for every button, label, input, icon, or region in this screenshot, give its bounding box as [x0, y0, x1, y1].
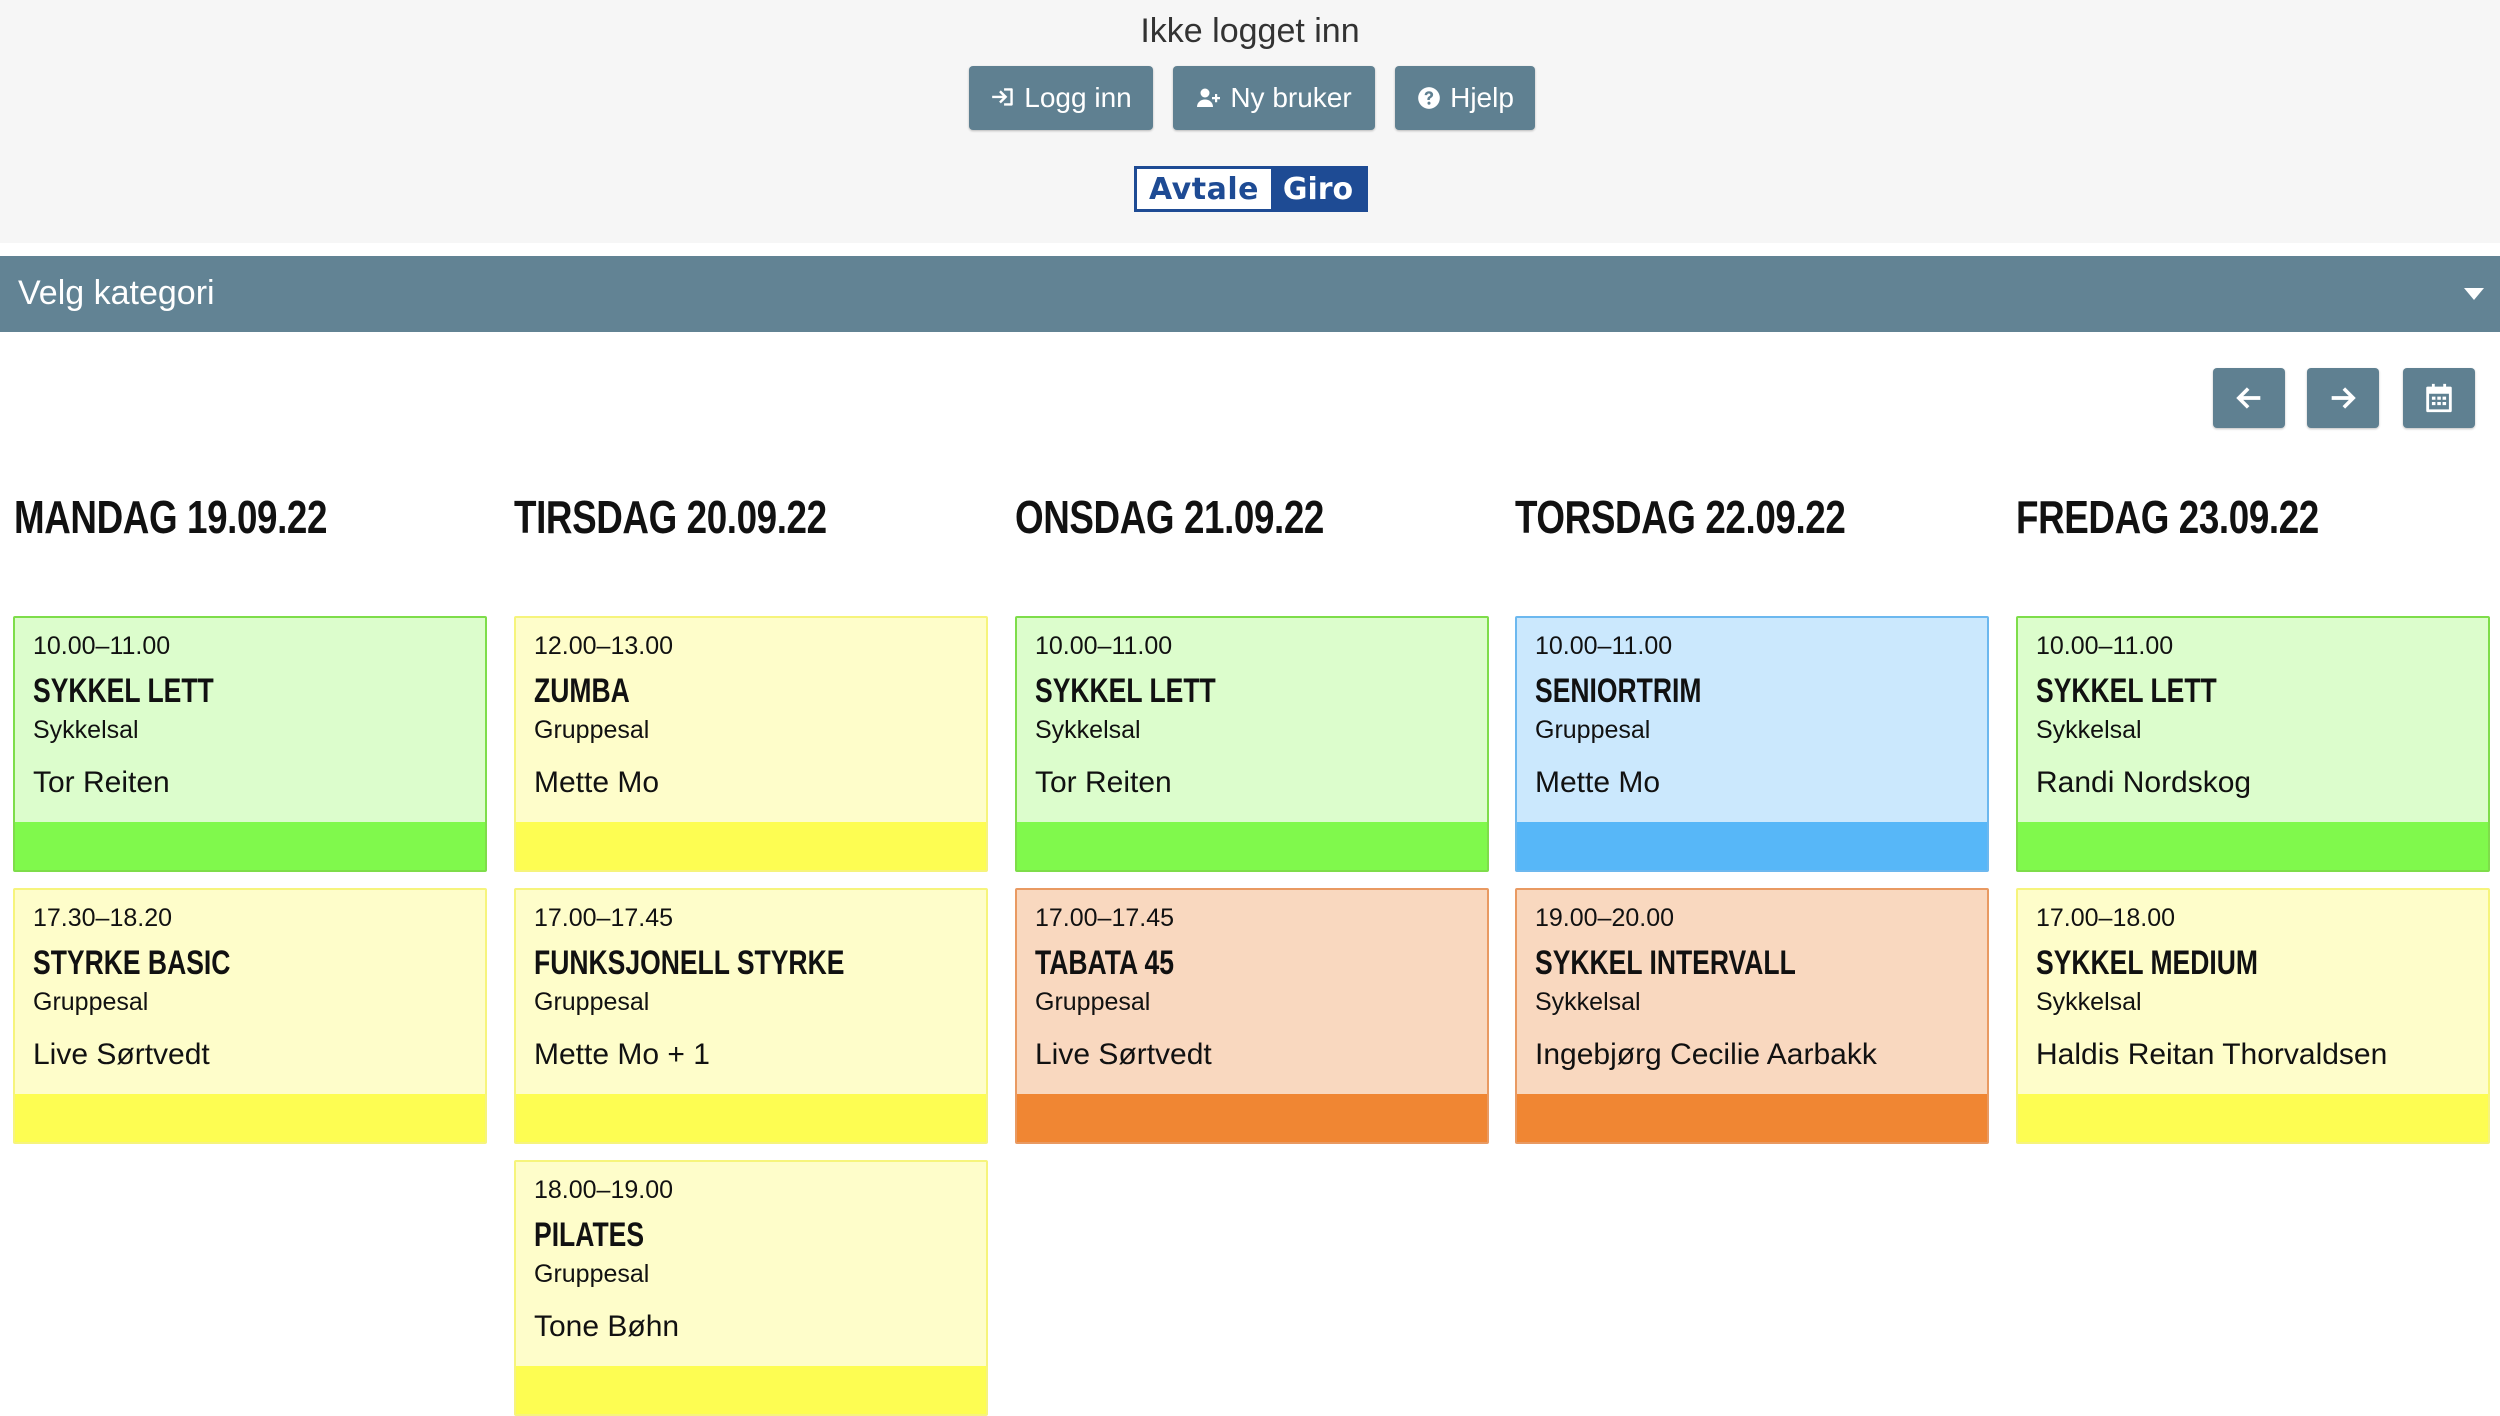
- user-plus-icon: [1196, 85, 1222, 111]
- category-label: Velg kategori: [18, 274, 215, 312]
- class-title: TABATA 45: [1035, 944, 1174, 982]
- category-color-strip: [1017, 822, 1487, 870]
- class-time: 10.00–11.00: [1035, 632, 1173, 660]
- class-card[interactable]: 17.00–17.45 FUNKSJONELL STYRKE Gruppesal…: [514, 888, 988, 1144]
- new-user-label: Ny bruker: [1230, 82, 1352, 113]
- category-color-strip: [516, 1094, 986, 1142]
- class-room: Gruppesal: [534, 716, 650, 744]
- login-button[interactable]: Logg inn: [969, 66, 1153, 130]
- category-color-strip: [15, 822, 485, 870]
- class-card[interactable]: 17.00–17.45 TABATA 45 Gruppesal Live Sør…: [1015, 888, 1489, 1144]
- avtalegiro-logo: Avtale Giro: [1134, 166, 1368, 212]
- class-time: 17.30–18.20: [33, 904, 173, 932]
- help-label: Hjelp: [1450, 82, 1514, 113]
- class-room: Sykkelsal: [2036, 988, 2142, 1016]
- logo-part-1: Avtale: [1149, 171, 1259, 207]
- class-instructor: Tor Reiten: [1035, 766, 1172, 799]
- category-selector[interactable]: Velg kategori: [0, 256, 2500, 332]
- class-room: Sykkelsal: [1535, 988, 1641, 1016]
- class-time: 18.00–19.00: [534, 1176, 674, 1204]
- class-title: PILATES: [534, 1216, 645, 1254]
- login-label: Logg inn: [1024, 82, 1132, 113]
- caret-down-icon: [2464, 288, 2484, 300]
- class-room: Sykkelsal: [1035, 716, 1141, 744]
- class-instructor: Randi Nordskog: [2036, 766, 2252, 799]
- new-user-button[interactable]: Ny bruker: [1173, 66, 1375, 130]
- class-title: SYKKEL INTERVALL: [1535, 944, 1796, 982]
- class-room: Gruppesal: [534, 988, 650, 1016]
- category-color-strip: [15, 1094, 485, 1142]
- class-instructor: Live Sørtvedt: [33, 1038, 210, 1071]
- day-header-tuesday: TIRSDAG 20.09.22: [514, 491, 827, 543]
- class-title: SYKKEL LETT: [2036, 672, 2217, 710]
- class-room: Gruppesal: [534, 1260, 650, 1288]
- class-card[interactable]: 10.00–11.00 SYKKEL LETT Sykkelsal Tor Re…: [13, 616, 487, 872]
- class-instructor: Mette Mo: [1535, 766, 1661, 799]
- arrow-right-icon: [2331, 387, 2356, 409]
- category-color-strip: [1017, 1094, 1487, 1142]
- previous-week-button[interactable]: [2213, 368, 2285, 428]
- class-time: 17.00–18.00: [2036, 904, 2176, 932]
- day-header-thursday: TORSDAG 22.09.22: [1515, 491, 1846, 543]
- class-card[interactable]: 10.00–11.00 SYKKEL LETT Sykkelsal Tor Re…: [1015, 616, 1489, 872]
- sign-in-icon: [990, 85, 1016, 111]
- class-room: Gruppesal: [33, 988, 149, 1016]
- class-instructor: Mette Mo: [534, 766, 660, 799]
- class-title: SYKKEL LETT: [1035, 672, 1216, 710]
- class-time: 12.00–13.00: [534, 632, 674, 660]
- class-title: SYKKEL LETT: [33, 672, 214, 710]
- class-room: Sykkelsal: [2036, 716, 2142, 744]
- header: Ikke logget inn Logg inn Ny bruker Hjelp…: [0, 0, 2500, 243]
- class-time: 19.00–20.00: [1535, 904, 1675, 932]
- class-instructor: Haldis Reitan Thorvaldsen: [2036, 1038, 2388, 1071]
- class-room: Sykkelsal: [33, 716, 139, 744]
- category-color-strip: [1517, 822, 1987, 870]
- class-title: SENIORTRIM: [1535, 672, 1702, 710]
- class-room: Gruppesal: [1035, 988, 1151, 1016]
- class-room: Gruppesal: [1535, 716, 1651, 744]
- class-card[interactable]: 10.00–11.00 SENIORTRIM Gruppesal Mette M…: [1515, 616, 1989, 872]
- category-color-strip: [2018, 822, 2488, 870]
- class-time: 17.00–17.45: [534, 904, 674, 932]
- class-card[interactable]: 19.00–20.00 SYKKEL INTERVALL Sykkelsal I…: [1515, 888, 1989, 1144]
- class-instructor: Mette Mo + 1: [534, 1038, 710, 1071]
- day-header-monday: MANDAG 19.09.22: [14, 491, 328, 543]
- class-time: 10.00–11.00: [1535, 632, 1673, 660]
- class-card[interactable]: 10.00–11.00 SYKKEL LETT Sykkelsal Randi …: [2016, 616, 2490, 872]
- class-instructor: Tone Bøhn: [534, 1310, 680, 1343]
- class-instructor: Tor Reiten: [33, 766, 170, 799]
- class-instructor: Live Sørtvedt: [1035, 1038, 1212, 1071]
- logo-part-2: Giro: [1271, 169, 1365, 209]
- category-color-strip: [516, 1366, 986, 1414]
- class-card[interactable]: 17.30–18.20 STYRKE BASIC Gruppesal Live …: [13, 888, 487, 1144]
- class-card[interactable]: 17.00–18.00 SYKKEL MEDIUM Sykkelsal Hald…: [2016, 888, 2490, 1144]
- class-card[interactable]: 12.00–13.00 ZUMBA Gruppesal Mette Mo: [514, 616, 988, 872]
- category-color-strip: [2018, 1094, 2488, 1142]
- class-time: 10.00–11.00: [33, 632, 171, 660]
- calendar-button[interactable]: [2403, 368, 2475, 428]
- next-week-button[interactable]: [2307, 368, 2379, 428]
- class-card[interactable]: 18.00–19.00 PILATES Gruppesal Tone Bøhn: [514, 1160, 988, 1416]
- calendar-icon: [2426, 383, 2452, 413]
- question-circle-icon: [1416, 85, 1442, 111]
- class-time: 10.00–11.00: [2036, 632, 2174, 660]
- help-button[interactable]: Hjelp: [1395, 66, 1535, 130]
- class-title: SYKKEL MEDIUM: [2036, 944, 2259, 982]
- category-color-strip: [1517, 1094, 1987, 1142]
- class-title: ZUMBA: [534, 672, 630, 710]
- class-time: 17.00–17.45: [1035, 904, 1175, 932]
- category-color-strip: [516, 822, 986, 870]
- class-title: FUNKSJONELL STYRKE: [534, 944, 845, 982]
- day-header-friday: FREDAG 23.09.22: [2016, 491, 2319, 543]
- class-title: STYRKE BASIC: [33, 944, 231, 982]
- login-status: Ikke logget inn: [1140, 12, 1360, 50]
- arrow-left-icon: [2236, 387, 2261, 409]
- day-header-wednesday: ONSDAG 21.09.22: [1015, 491, 1324, 543]
- class-instructor: Ingebjørg Cecilie Aarbakk: [1535, 1038, 1877, 1071]
